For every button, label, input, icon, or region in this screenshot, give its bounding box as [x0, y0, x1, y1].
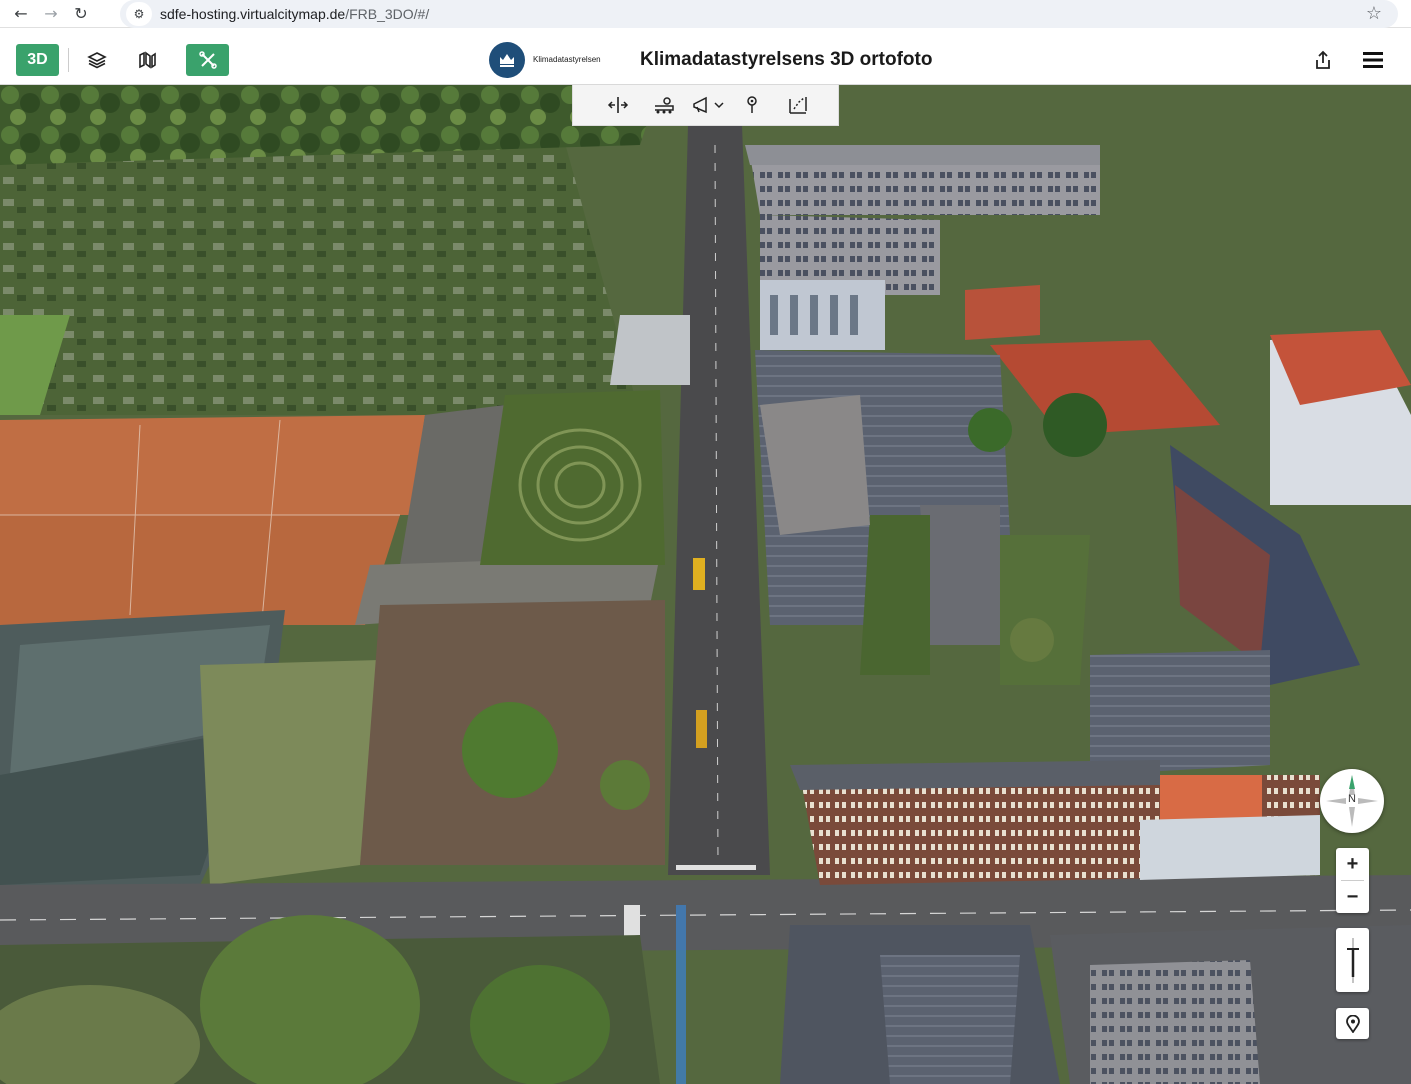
map-toolbar [572, 85, 839, 126]
compass-north-label: N [1348, 793, 1356, 805]
viewshed-button[interactable] [641, 90, 687, 120]
tools-button[interactable] [186, 44, 229, 76]
point-info-button[interactable] [729, 90, 775, 120]
logo-text: Klimadatastyrelsen [533, 55, 601, 64]
tools-icon [198, 51, 217, 69]
map-view[interactable]: N + − [0, 85, 1411, 1084]
measure-button[interactable] [775, 90, 821, 120]
url-text: sdfe-hosting.virtualcitymap.de/FRB_3DO/#… [160, 6, 429, 22]
zoom-in-button[interactable]: + [1336, 848, 1369, 880]
reload-icon: ↻ [74, 4, 88, 23]
url-host: sdfe-hosting.virtualcitymap.de [160, 6, 346, 22]
zoom-control: + − [1336, 848, 1369, 913]
chevron-down-icon [714, 102, 724, 109]
forward-button[interactable]: → [36, 0, 66, 28]
back-button[interactable]: ← [6, 0, 36, 28]
measure-icon [789, 97, 807, 114]
compass[interactable]: N [1320, 769, 1384, 833]
star-icon[interactable]: ☆ [1366, 3, 1382, 24]
share-icon[interactable] [1310, 47, 1336, 73]
arrow-right-icon: → [44, 4, 58, 23]
zoom-out-button[interactable]: − [1336, 881, 1369, 913]
oblique-3d-scene [0, 85, 1411, 1084]
logo-seal [489, 42, 525, 78]
app-header: 3D Klimadatastyrelsen Klimadatastyrelsen… [0, 36, 1411, 85]
browser-toolbar: ← → ↻ ⚙ sdfe-hosting.virtualcitymap.de/F… [0, 0, 1411, 28]
location-pin-icon [1345, 1014, 1360, 1033]
page-title: Klimadatastyrelsens 3D ortofoto [640, 49, 933, 70]
split-view-button[interactable] [595, 90, 641, 120]
3d-mode-button[interactable]: 3D [16, 44, 59, 76]
map-style-icon[interactable] [132, 45, 162, 75]
reload-button[interactable]: ↻ [66, 0, 96, 28]
tilt-slider-icon [1346, 938, 1359, 983]
flight-icon [693, 96, 707, 114]
header-divider [68, 48, 69, 72]
layers-icon[interactable] [82, 45, 112, 75]
hamburger-menu-icon[interactable] [1360, 47, 1386, 73]
address-bar[interactable]: ⚙ sdfe-hosting.virtualcitymap.de/FRB_3DO… [120, 0, 1398, 28]
point-info-icon [747, 96, 757, 113]
url-path: /FRB_3DO/#/ [345, 6, 430, 22]
viewshed-icon [655, 97, 674, 114]
tilt-slider[interactable] [1336, 928, 1369, 992]
locate-button[interactable] [1336, 1008, 1369, 1039]
arrow-left-icon: ← [14, 4, 28, 23]
site-settings-icon[interactable]: ⚙ [126, 2, 152, 26]
split-view-icon [607, 97, 629, 113]
flight-button[interactable] [687, 90, 729, 120]
